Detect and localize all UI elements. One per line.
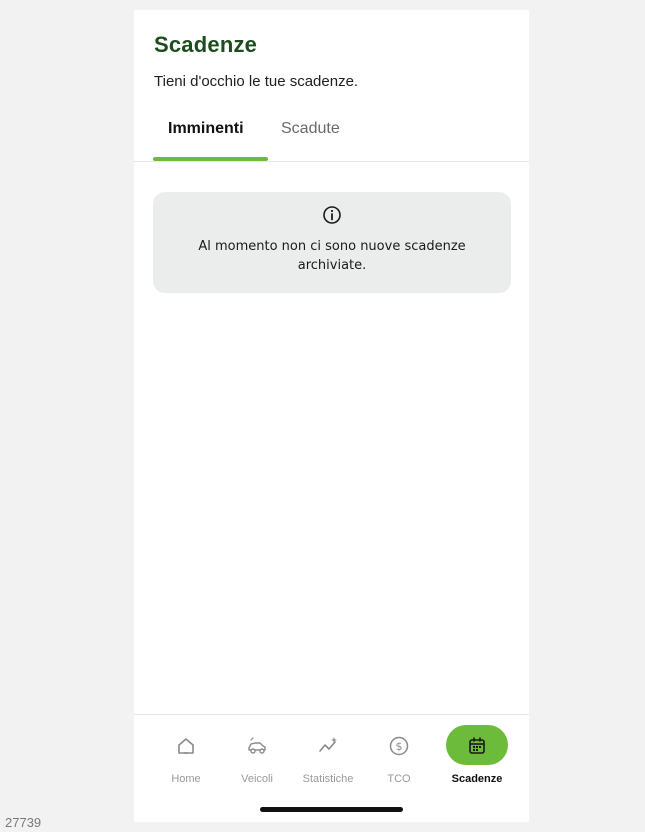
empty-state-message: Al momento non ci sono nuove scadenze ar… bbox=[198, 239, 466, 273]
bottom-navigation: Home Veicoli Statistiche $ TCO Scadenze bbox=[134, 714, 529, 822]
image-number-label: 27739 bbox=[5, 815, 42, 830]
active-tab-indicator bbox=[153, 157, 268, 161]
tab-imminenti[interactable]: Imminenti bbox=[168, 120, 244, 138]
page-title: Scadenze bbox=[154, 32, 258, 57]
sparkline-icon bbox=[319, 737, 337, 752]
car-icon bbox=[248, 737, 266, 754]
nav-label-home: Home bbox=[171, 773, 201, 785]
empty-state-card: Al momento non ci sono nuove scadenze ar… bbox=[153, 192, 511, 293]
info-icon bbox=[323, 206, 341, 224]
nav-item-home[interactable]: Home bbox=[155, 723, 217, 785]
nav-item-tco[interactable]: $ TCO bbox=[368, 723, 430, 785]
nav-label-scadenze: Scadenze bbox=[451, 773, 503, 785]
nav-item-statistiche[interactable]: Statistiche bbox=[297, 723, 359, 785]
nav-label-veicoli: Veicoli bbox=[241, 773, 273, 785]
page-subtitle: Tieni d'occhio le tue scadenze. bbox=[154, 73, 359, 90]
tab-bar: Imminenti Scadute bbox=[134, 110, 529, 162]
home-indicator-bar[interactable] bbox=[260, 807, 403, 812]
nav-item-veicoli[interactable]: Veicoli bbox=[226, 723, 288, 785]
nav-label-statistiche: Statistiche bbox=[302, 773, 354, 785]
svg-text:$: $ bbox=[396, 740, 403, 753]
calendar-icon bbox=[469, 737, 485, 754]
home-icon bbox=[178, 738, 194, 754]
nav-item-scadenze[interactable]: Scadenze bbox=[446, 723, 508, 785]
tab-scadute[interactable]: Scadute bbox=[281, 120, 340, 138]
dollar-icon: $ bbox=[389, 736, 409, 756]
app-screen: Scadenze Tieni d'occhio le tue scadenze.… bbox=[134, 10, 529, 822]
nav-label-tco: TCO bbox=[387, 773, 411, 785]
